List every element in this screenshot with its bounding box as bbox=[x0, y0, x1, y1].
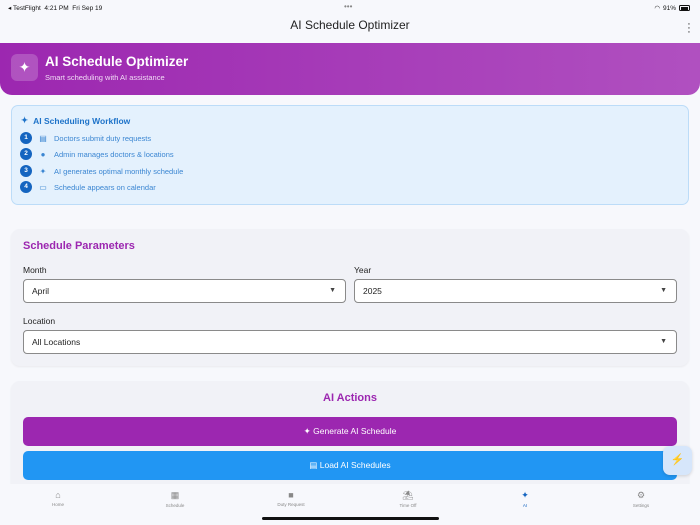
sparkle-icon: ✦ bbox=[21, 115, 29, 125]
header-banner: ✦ AI Schedule Optimizer Smart scheduling… bbox=[0, 43, 700, 95]
status-time: 4:21 PM bbox=[44, 5, 69, 12]
load-ai-schedules-button[interactable]: ▤ Load AI Schedules bbox=[23, 451, 677, 480]
section-title: Schedule Parameters bbox=[23, 240, 135, 252]
step-number: 1 bbox=[20, 132, 32, 144]
month-value: April bbox=[32, 286, 50, 296]
banner-title: AI Schedule Optimizer bbox=[45, 54, 189, 69]
workflow-step: 1 ▤ Doctors submit duty requests bbox=[20, 132, 151, 144]
step-number: 4 bbox=[20, 181, 32, 193]
home-icon: ⌂ bbox=[55, 490, 61, 500]
wifi-icon: ◠ bbox=[654, 5, 660, 12]
multitask-dots-icon[interactable]: ••• bbox=[344, 2, 352, 11]
status-date: Fri Sep 19 bbox=[72, 5, 103, 12]
gear-icon: ⚙ bbox=[636, 490, 646, 500]
ai-actions-card: AI Actions ✦ Generate AI Schedule ▤ Load… bbox=[11, 381, 689, 491]
tab-label: Home bbox=[51, 502, 64, 507]
workflow-step: 3 ✦ AI generates optimal monthly schedule bbox=[20, 165, 183, 177]
lightning-icon: ⚡ bbox=[670, 454, 685, 466]
workflow-title: AI Scheduling Workflow bbox=[33, 115, 131, 126]
step-text: AI generates optimal monthly schedule bbox=[54, 166, 184, 176]
workflow-step: 2 ● Admin manages doctors & locations bbox=[20, 148, 174, 160]
back-to-app-link[interactable]: ◂ TestFlight bbox=[8, 5, 41, 12]
sparkle-icon: ✦ bbox=[303, 426, 311, 436]
step-text: Admin manages doctors & locations bbox=[54, 149, 174, 159]
tab-label: Duty Request bbox=[277, 502, 305, 507]
dropdown-arrow-icon: ▼ bbox=[660, 338, 667, 345]
briefcase-icon: ■ bbox=[288, 490, 294, 500]
calendar-icon: ▦ bbox=[170, 490, 180, 500]
tab-home[interactable]: ⌂ Home bbox=[28, 490, 88, 507]
location-select[interactable]: All Locations ▼ bbox=[23, 330, 677, 354]
beach-icon: ⛱ bbox=[402, 490, 414, 500]
quick-action-fab[interactable]: ⚡ bbox=[663, 446, 692, 475]
sparkle-icon: ✦ bbox=[521, 490, 529, 500]
location-value: All Locations bbox=[32, 337, 81, 347]
sparkle-icon: ✦ bbox=[39, 166, 47, 176]
schedule-parameters-card: Schedule Parameters Month April ▼ Year 20… bbox=[11, 229, 689, 366]
battery-percent: 91% bbox=[662, 4, 676, 12]
section-title: AI Actions bbox=[323, 392, 377, 404]
tab-duty-request[interactable]: ■ Duty Request bbox=[261, 490, 321, 507]
month-select[interactable]: April ▼ bbox=[23, 279, 346, 303]
calendar-icon: ▭ bbox=[39, 182, 47, 192]
sparkle-icon: ✦ bbox=[11, 54, 38, 81]
year-value: 2025 bbox=[363, 286, 382, 296]
status-left: ◂ TestFlight 4:21 PM Fri Sep 19 bbox=[8, 4, 102, 12]
generate-ai-schedule-button[interactable]: ✦ Generate AI Schedule bbox=[23, 417, 677, 446]
tab-settings[interactable]: ⚙ Settings bbox=[611, 490, 671, 508]
banner-subtitle: Smart scheduling with AI assistance bbox=[45, 73, 165, 82]
step-text: Doctors submit duty requests bbox=[54, 133, 152, 143]
nav-title: AI Schedule Optimizer bbox=[290, 18, 410, 32]
workflow-step: 4 ▭ Schedule appears on calendar bbox=[20, 181, 156, 193]
dropdown-arrow-icon: ▼ bbox=[660, 287, 667, 294]
tab-ai[interactable]: ✦ AI bbox=[495, 490, 555, 508]
tab-time-off[interactable]: ⛱ Time Off bbox=[378, 490, 438, 508]
dropdown-arrow-icon: ▼ bbox=[329, 287, 336, 294]
year-label: Year bbox=[354, 265, 372, 275]
step-number: 2 bbox=[20, 148, 32, 160]
document-icon: ▤ bbox=[39, 133, 47, 143]
battery-icon bbox=[679, 5, 690, 11]
step-number: 3 bbox=[20, 165, 32, 177]
button-label: Generate AI Schedule bbox=[313, 426, 397, 436]
admin-icon: ● bbox=[40, 149, 46, 159]
month-label: Month bbox=[23, 265, 47, 275]
year-select[interactable]: 2025 ▼ bbox=[354, 279, 677, 303]
location-label: Location bbox=[23, 316, 56, 326]
tab-label: Time Off bbox=[399, 503, 417, 508]
tab-label: AI bbox=[522, 503, 528, 508]
tab-label: Schedule bbox=[165, 503, 185, 508]
step-text: Schedule appears on calendar bbox=[54, 182, 156, 192]
status-bar: ◂ TestFlight 4:21 PM Fri Sep 19 ••• ◠ 91% bbox=[0, 0, 700, 13]
button-label: Load AI Schedules bbox=[319, 460, 391, 470]
workflow-card: ✦ AI Scheduling Workflow 1 ▤ Doctors submit… bbox=[11, 105, 689, 205]
tab-label: Settings bbox=[632, 503, 650, 508]
tab-schedule[interactable]: ▦ Schedule bbox=[145, 490, 205, 508]
list-icon: ▤ bbox=[309, 460, 318, 470]
home-indicator[interactable] bbox=[262, 517, 439, 520]
more-menu-icon[interactable]: · · · bbox=[687, 19, 691, 38]
